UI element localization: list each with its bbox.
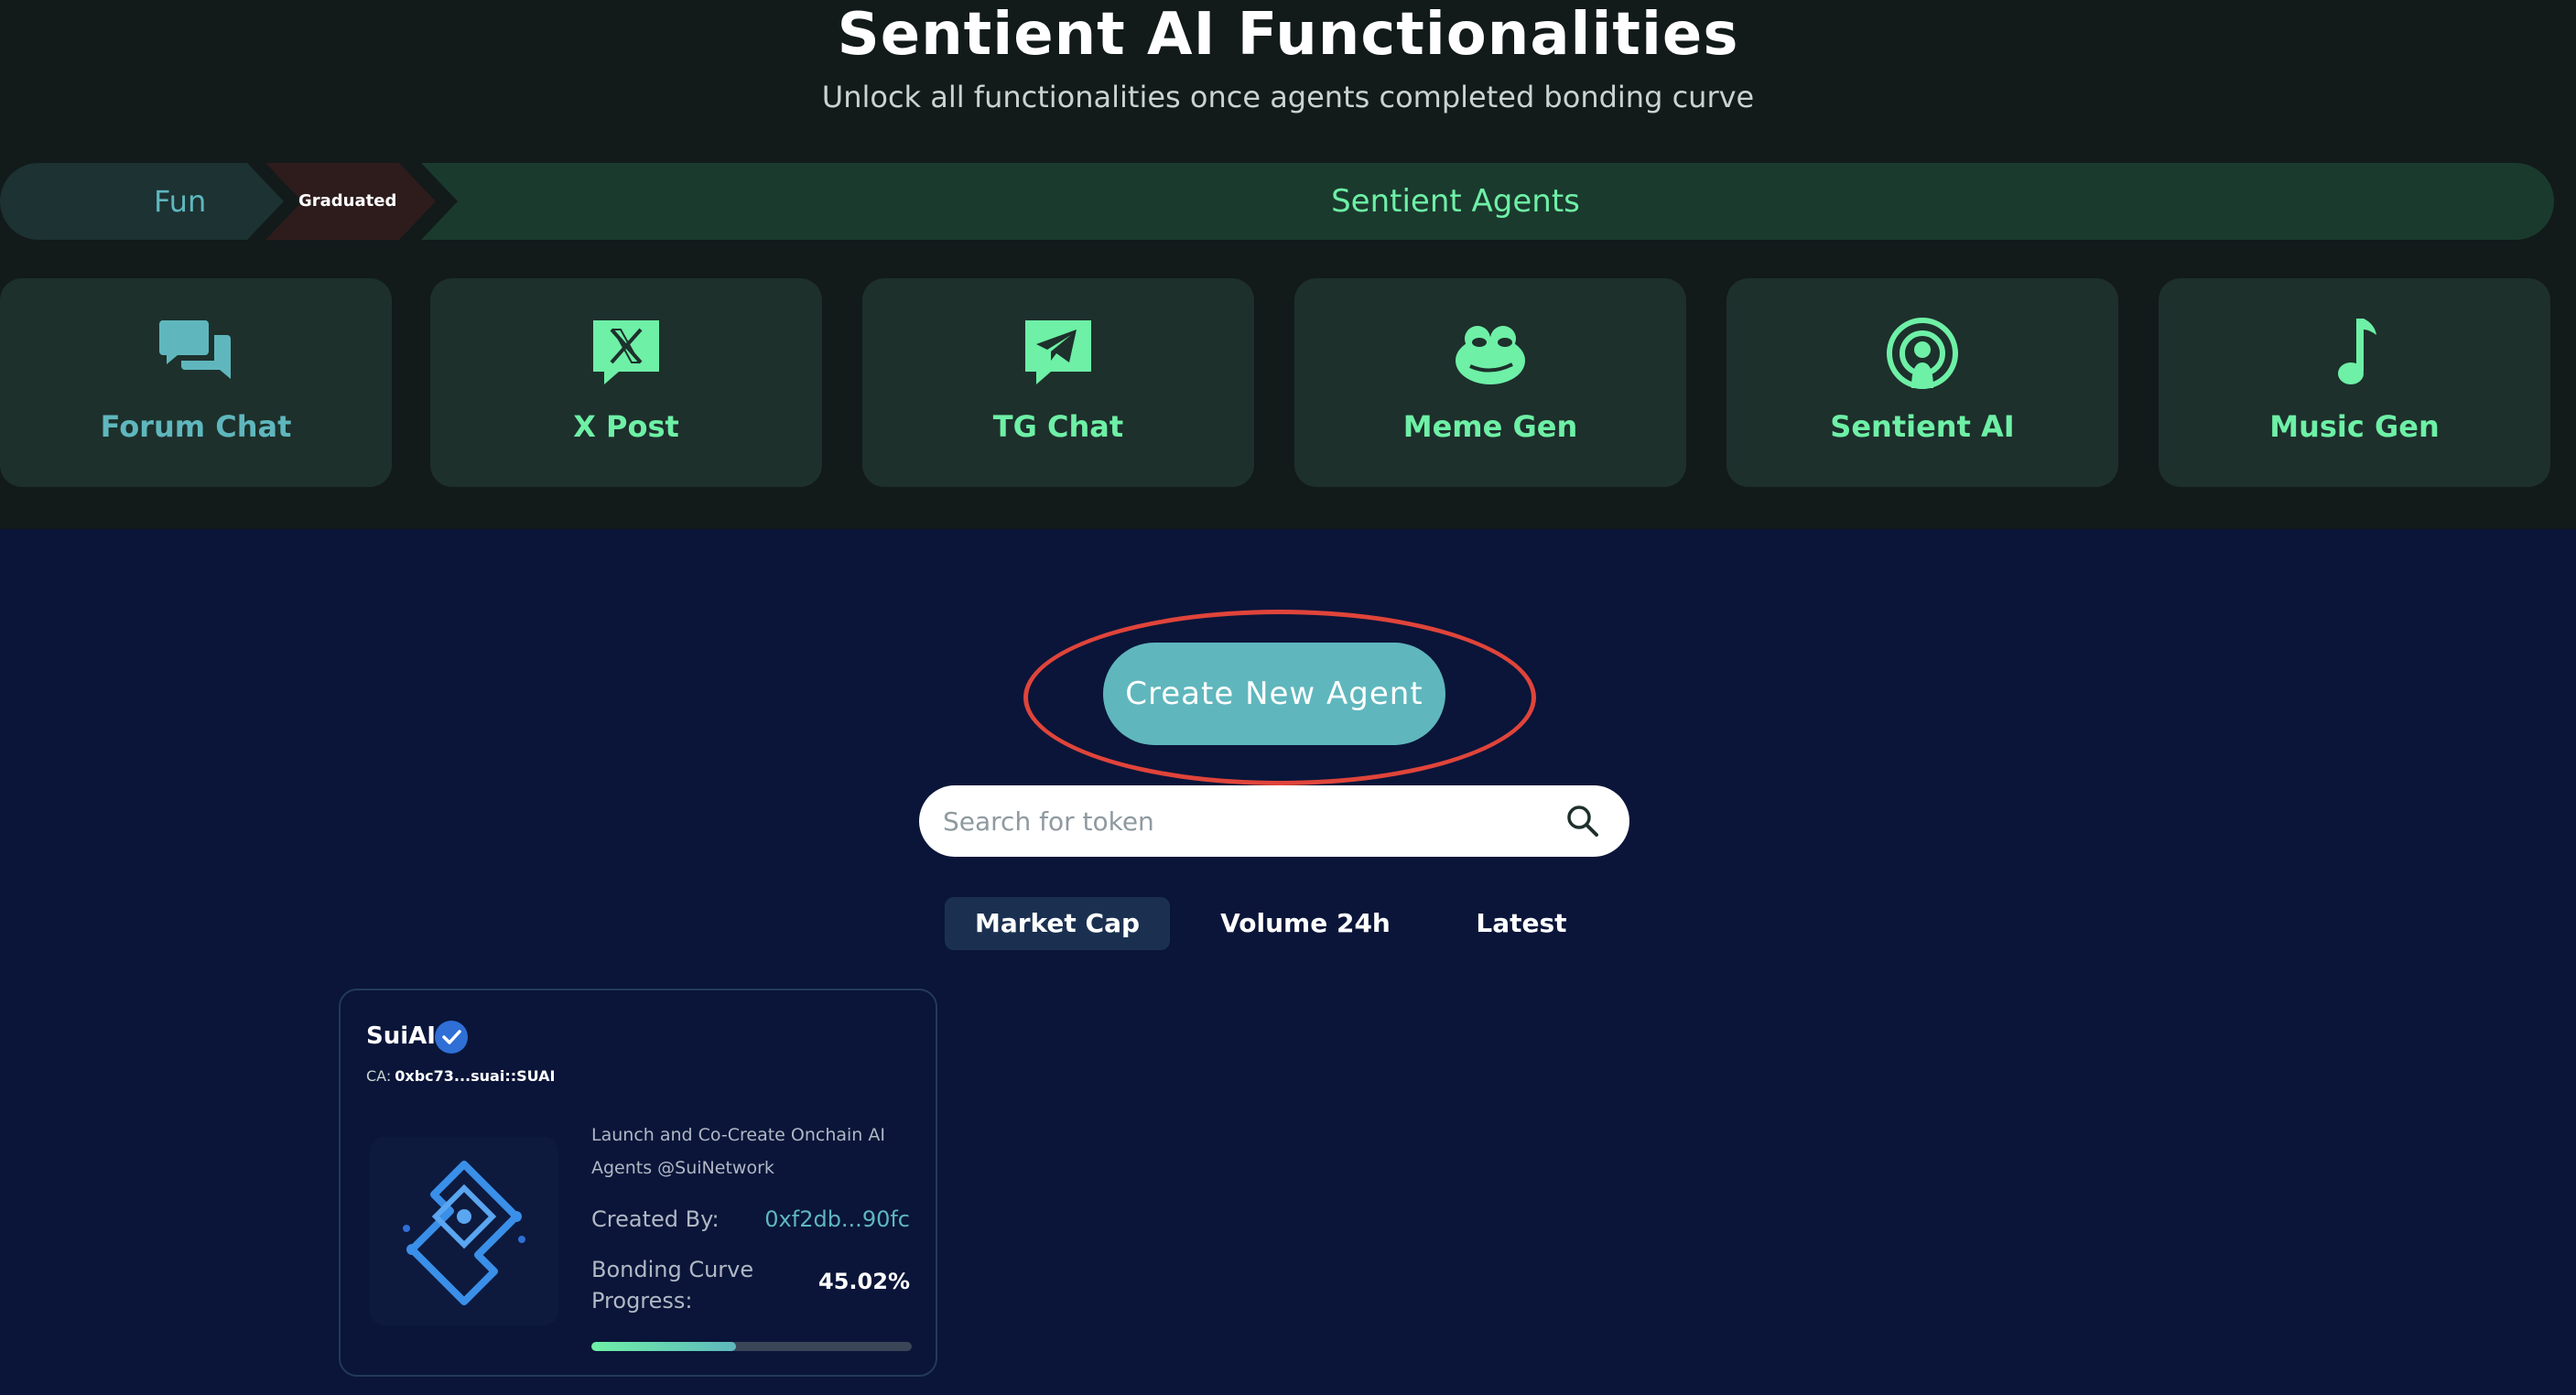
sort-tab-latest[interactable]: Latest xyxy=(1446,897,1596,950)
feature-label: Meme Gen xyxy=(1402,409,1578,444)
music-note-icon xyxy=(2338,319,2376,384)
telegram-icon xyxy=(1025,320,1091,384)
token-name: SuiAI xyxy=(366,1022,436,1050)
feature-meme-gen[interactable]: Meme Gen xyxy=(1294,278,1686,487)
feature-sentient-ai[interactable]: Sentient AI xyxy=(1726,278,2118,487)
page-title: Sentient AI Functionalities xyxy=(837,1,1739,69)
tab-fun-label[interactable]: Fun xyxy=(154,163,206,240)
create-new-agent-button[interactable]: Create New Agent xyxy=(1103,643,1445,745)
search-box[interactable] xyxy=(919,785,1629,857)
feature-label: X Post xyxy=(573,409,679,444)
search-icon[interactable] xyxy=(1565,804,1600,838)
sort-tab-market-cap[interactable]: Market Cap xyxy=(945,897,1170,950)
pepe-frog-icon xyxy=(1456,326,1525,384)
contract-address: CA: 0xbc73...suai::SUAI xyxy=(366,1067,555,1085)
token-card[interactable]: SuiAI CA: 0xbc73...suai::SUAI Launch and … xyxy=(339,989,937,1377)
search-input[interactable] xyxy=(943,785,1547,857)
bonding-progress-fill xyxy=(591,1342,736,1351)
feature-label: Sentient AI xyxy=(1830,409,2015,444)
functionalities-section: Sentient AI Functionalities Unlock all f… xyxy=(0,0,2576,529)
tab-sentient-agents-label[interactable]: Sentient Agents xyxy=(1190,163,1721,240)
feature-label: Music Gen xyxy=(2269,409,2440,444)
token-description: Launch and Co-Create Onchain AI Agents @… xyxy=(591,1125,885,1178)
feature-forum-chat[interactable]: Forum Chat xyxy=(0,278,392,487)
ca-label: CA: xyxy=(366,1067,392,1085)
verified-badge-icon xyxy=(435,1021,468,1054)
created-by-label: Created By: xyxy=(591,1206,720,1232)
x-logo-icon xyxy=(593,320,659,384)
ca-value[interactable]: 0xbc73...suai::SUAI xyxy=(395,1067,555,1085)
tab-strip: Sentient Agents Graduated Fun xyxy=(0,163,2554,240)
creator-address[interactable]: 0xf2db...90fc xyxy=(764,1206,910,1232)
bonding-progress-bar xyxy=(591,1342,912,1351)
feature-label: Forum Chat xyxy=(100,409,292,444)
page-subtitle: Unlock all functionalities once agents c… xyxy=(821,80,1755,114)
bonding-curve-label: Bonding Curve Progress: xyxy=(591,1257,754,1314)
tab-graduated-label[interactable]: Graduated xyxy=(298,163,396,240)
tab-fun[interactable] xyxy=(0,163,284,240)
podcast-broadcast-icon xyxy=(1887,318,1958,389)
token-logo xyxy=(370,1137,558,1325)
feature-music-gen[interactable]: Music Gen xyxy=(2159,278,2550,487)
sort-tab-volume-24h[interactable]: Volume 24h xyxy=(1208,897,1402,950)
feature-tg-chat[interactable]: TG Chat xyxy=(862,278,1254,487)
bonding-curve-value: 45.02% xyxy=(818,1269,910,1294)
suiai-logo-icon xyxy=(403,1161,525,1305)
forum-chat-icon xyxy=(159,320,231,379)
feature-label: TG Chat xyxy=(992,409,1124,444)
feature-x-post[interactable]: X Post xyxy=(430,278,822,487)
